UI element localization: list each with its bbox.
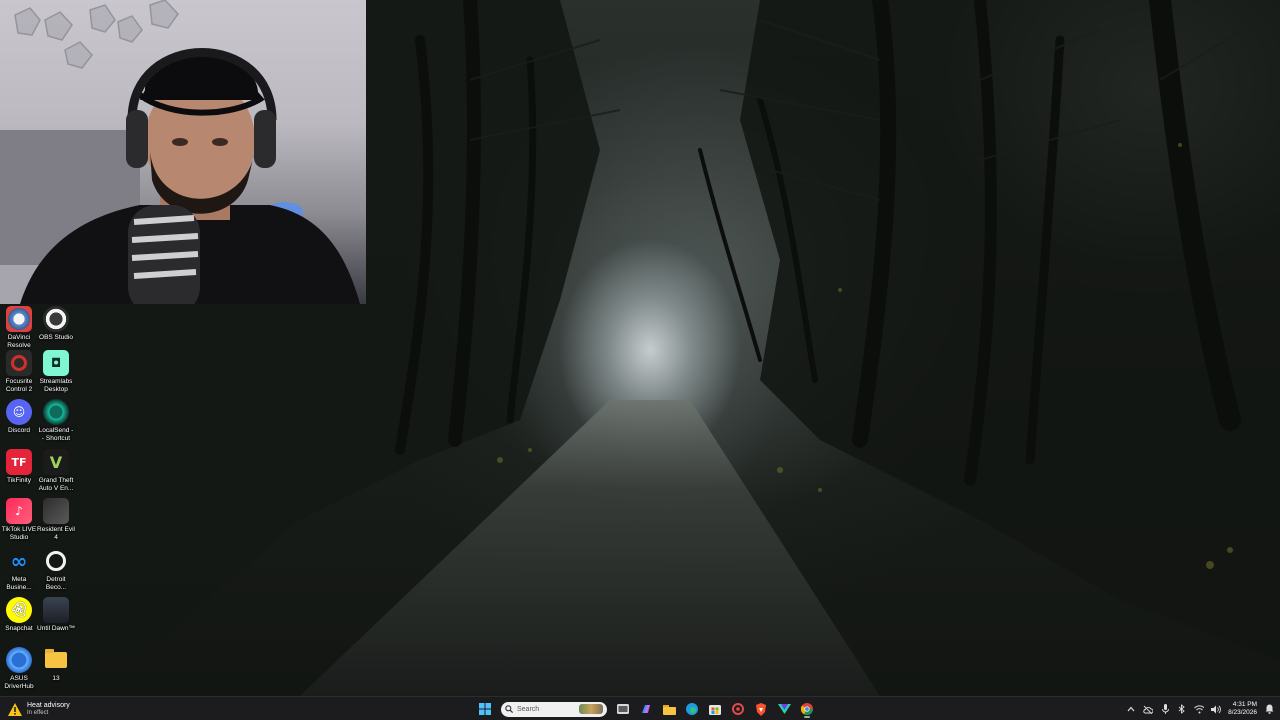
taskbar-copilot[interactable] (637, 700, 655, 718)
bell-icon (1265, 704, 1273, 714)
taskbar-store[interactable] (706, 700, 724, 718)
desktop-icon-label: ASUS DriverHub (4, 675, 34, 690)
search-highlight-image (579, 704, 603, 714)
tray-network-off[interactable] (1143, 704, 1154, 714)
desktop-icon-gta-v[interactable]: V Grand Theft Auto V En... (37, 449, 75, 493)
desktop-icon-focusrite[interactable]: Focusrite Control 2 (0, 350, 38, 394)
show-hidden-icons-button[interactable] (1126, 704, 1136, 714)
desktop-icon-label: 13 (52, 675, 60, 682)
focusrite-icon (6, 350, 32, 376)
desktop-icon-resident-evil[interactable]: Resident Evil 4 (37, 498, 75, 542)
desktop-icon-obs-studio[interactable]: OBS Studio (37, 306, 75, 342)
taskbar-file-explorer[interactable] (660, 700, 678, 718)
desktop-icon-label: DaVinci Resolve (7, 334, 31, 349)
desktop-icon-label: Meta Busine... (6, 576, 32, 591)
desktop-icon-meta-business[interactable]: ∞ Meta Busine... (0, 548, 38, 592)
tray-language[interactable] (1177, 704, 1187, 714)
weather-widget[interactable]: Heat advisory In effect (8, 700, 70, 718)
desktop-icon-snapchat[interactable]: 👻︎ Snapchat (0, 597, 38, 633)
brave-icon (756, 702, 766, 716)
desktop-icon-label: Discord (7, 427, 31, 434)
cloud-off-icon (1143, 705, 1154, 714)
system-tray: 4:31 PM 8/23/2026 (1126, 699, 1274, 719)
streamlabs-icon: ◘ (43, 350, 69, 376)
desktop-icon-label: Grand Theft Auto V En... (38, 477, 74, 492)
tray-volume[interactable] (1211, 704, 1221, 714)
resident-evil-icon (43, 498, 69, 524)
chrome-icon (801, 703, 813, 715)
tikfinity-icon: TF (6, 449, 32, 475)
folder-icon (662, 704, 676, 715)
desktop-icon-label: TikTok LIVE Studio (1, 526, 37, 541)
taskbar-app-red[interactable] (729, 700, 747, 718)
wifi-icon (1194, 704, 1205, 713)
desktop-icon-davinci-resolve[interactable]: DaVinci Resolve (0, 306, 38, 350)
desktop-icon-detroit[interactable]: Detroit Beco... (37, 548, 75, 592)
taskbar-search-box[interactable]: Search (501, 701, 607, 717)
taskbar-edge[interactable] (683, 700, 701, 718)
desktop-icon-label: Focusrite Control 2 (5, 378, 33, 393)
desktop-icon-label: LocalSend - - Shortcut (38, 427, 74, 442)
davinci-resolve-icon (6, 306, 32, 332)
warning-icon (8, 702, 22, 716)
desktop-icon-discord[interactable]: ☺ Discord (0, 399, 38, 435)
weather-subtitle: In effect (27, 709, 49, 716)
notification-center-button[interactable] (1264, 704, 1274, 714)
desktop-icon-label: Resident Evil 4 (37, 526, 75, 541)
desktop-icon-label: Streamlabs Desktop (39, 378, 73, 393)
search-placeholder: Search (517, 705, 540, 713)
search-icon (505, 705, 513, 713)
webcam-overlay (0, 0, 366, 304)
detroit-icon (43, 548, 69, 574)
taskbar-brave[interactable] (752, 700, 770, 718)
clock-time: 4:31 PM (1232, 701, 1257, 708)
desktop-icon-streamlabs[interactable]: ◘ Streamlabs Desktop (37, 350, 75, 394)
start-button[interactable] (476, 700, 494, 718)
desktop-icon-localsend[interactable]: LocalSend - - Shortcut (37, 399, 75, 443)
desktop-icon-label: Detroit Beco... (45, 576, 67, 591)
meta-business-icon: ∞ (10, 549, 28, 573)
tray-wifi[interactable] (1194, 704, 1205, 714)
desktop-icon-until-dawn[interactable]: Until Dawn™ (37, 597, 75, 633)
desktop-icon-label: TikFinity (7, 477, 31, 484)
webcam-person (0, 0, 360, 304)
store-icon (709, 705, 721, 715)
microphone-icon (1161, 704, 1169, 714)
snapchat-icon: 👻︎ (6, 597, 32, 623)
copilot-icon (642, 705, 650, 713)
desktop-icon-asus-driverhub[interactable]: ASUS DriverHub (0, 647, 38, 691)
speaker-icon (1211, 705, 1221, 713)
chevron-up-icon (1127, 706, 1135, 712)
vpn-icon (777, 704, 791, 714)
taskbar-task-view[interactable] (614, 700, 632, 718)
desktop-icon-label: Until Dawn™ (37, 625, 75, 632)
discord-icon: ☺ (6, 399, 32, 425)
localsend-icon (43, 399, 69, 425)
desktop-icon-tikfinity[interactable]: TF TikFinity (0, 449, 38, 485)
taskbar-center: Search (476, 699, 816, 719)
clock[interactable]: 4:31 PM 8/23/2026 (1228, 701, 1257, 717)
until-dawn-icon (43, 597, 69, 623)
tray-microphone[interactable] (1160, 704, 1170, 714)
unknown-red-icon (732, 703, 744, 715)
gta-v-icon: V (43, 449, 69, 475)
folder-icon (43, 647, 69, 673)
bluetooth-icon (1178, 704, 1185, 714)
desktop-icon-label: OBS Studio (39, 334, 73, 341)
obs-studio-icon (43, 306, 69, 332)
tiktok-live-icon: ♪ (6, 498, 32, 524)
file-manager-icon (617, 704, 629, 714)
asus-driverhub-icon (6, 647, 32, 673)
clock-date: 8/23/2026 (1228, 709, 1257, 716)
taskbar-vpn[interactable] (775, 700, 793, 718)
windows-start-icon (479, 703, 491, 715)
desktop-icon-folder-13[interactable]: 13 (37, 647, 75, 683)
desktop-icon-tiktok-live[interactable]: ♪ TikTok LIVE Studio (0, 498, 38, 542)
weather-title: Heat advisory (27, 701, 70, 709)
desktop-icon-label: Snapchat (5, 625, 33, 632)
edge-icon (686, 703, 698, 715)
taskbar: Heat advisory In effect Search 4:31 PM 8… (0, 696, 1280, 720)
taskbar-chrome[interactable] (798, 700, 816, 718)
